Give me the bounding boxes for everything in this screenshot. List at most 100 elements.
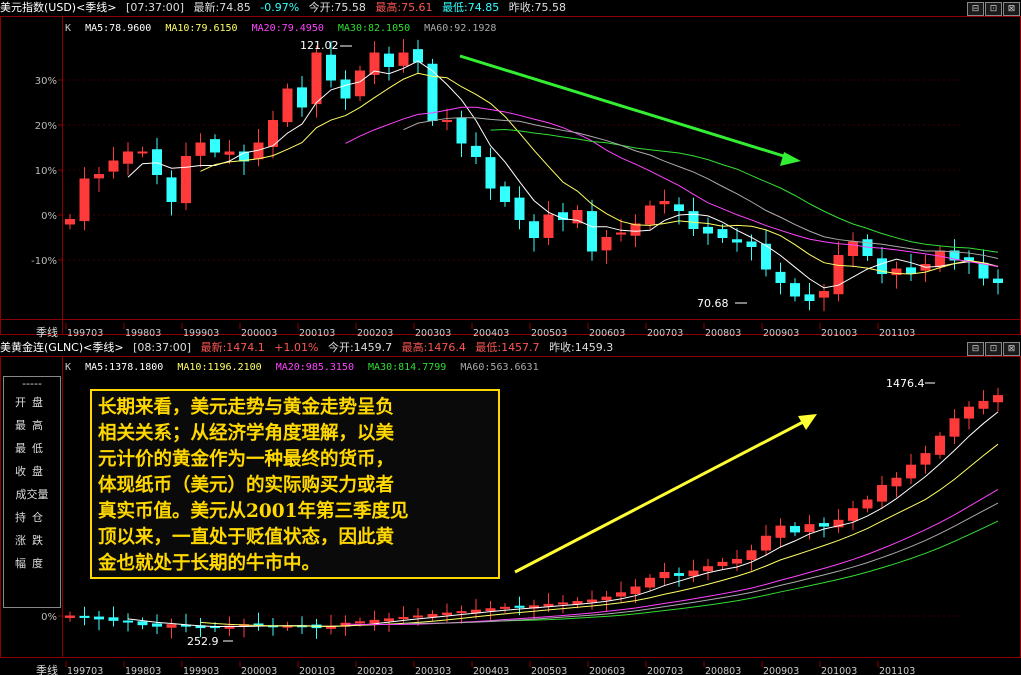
ma30-line <box>490 520 999 622</box>
candle-body <box>65 219 75 225</box>
candle-body <box>500 606 510 609</box>
candle-body <box>398 52 409 66</box>
candle-body <box>819 291 829 298</box>
candle-body <box>94 616 104 620</box>
candle-body <box>471 145 481 157</box>
x-tick-label: 200403 <box>473 328 509 339</box>
candle-body <box>877 485 887 502</box>
candle-body <box>746 241 757 247</box>
candle-body <box>355 621 365 624</box>
y-tick-label: 20% <box>35 121 57 132</box>
x-tick-label: 200703 <box>647 666 683 675</box>
candle-body <box>906 464 916 479</box>
candle-body <box>195 142 206 156</box>
candle-body <box>340 79 351 99</box>
candle-body <box>775 525 786 538</box>
candle-body <box>529 221 539 238</box>
x-tick-label: 200303 <box>415 328 451 339</box>
candle-body <box>108 160 119 172</box>
candle-body <box>862 499 873 509</box>
candle-body <box>906 267 916 274</box>
candle-body <box>485 157 496 189</box>
candle-body <box>587 599 597 603</box>
side-item-open-interest: 持仓 <box>15 511 49 524</box>
candle-body <box>732 558 742 564</box>
candle-body <box>355 70 365 97</box>
candle-body <box>94 174 104 179</box>
top-high-annotation: 121.02 <box>300 39 339 52</box>
candle-body <box>282 88 293 123</box>
candle-body <box>311 52 322 105</box>
candle-body <box>964 406 974 419</box>
side-item-volume: 成交量 <box>15 488 49 501</box>
candle-body <box>587 211 597 252</box>
candle-body <box>514 605 525 608</box>
candle-body <box>485 608 496 612</box>
candle-body <box>949 418 960 437</box>
x-axis-period-label: 季线 <box>36 663 58 675</box>
x-tick-label: 199703 <box>67 328 103 339</box>
candle-body <box>442 120 452 122</box>
candle-body <box>137 621 148 626</box>
annotation-line: 体现纸币（美元）的实际购买力或者 <box>98 475 395 496</box>
candle-body <box>833 255 844 295</box>
annotation-line: 元计价的黄金作为一种最终的货币， <box>98 449 395 470</box>
candle-body <box>427 614 438 618</box>
x-tick-label: 200703 <box>647 328 683 339</box>
x-tick-label: 199703 <box>67 666 103 675</box>
candle-body <box>297 87 307 108</box>
side-item-change-pct: 幅度 <box>15 557 49 570</box>
candle-body <box>616 232 626 235</box>
candle-body <box>413 615 423 618</box>
x-tick-label: 200403 <box>473 666 509 675</box>
candle-body <box>978 262 989 279</box>
annotation-line: 相关关系；从经济学角度理解，以美 <box>98 423 395 444</box>
x-tick-label: 200203 <box>357 328 393 339</box>
x-tick-label: 200603 <box>589 328 625 339</box>
x-tick-label: 200003 <box>241 328 277 339</box>
x-tick-label: 201003 <box>821 328 857 339</box>
candle-body <box>413 49 423 63</box>
candle-body <box>398 616 409 620</box>
candle-body <box>717 561 728 567</box>
side-panel-dash: ----- <box>22 377 42 390</box>
bottom-low-annotation: 252.9 <box>187 635 219 648</box>
annotation-line: 真实币值。美元从2001年第三季度见 <box>98 501 409 522</box>
candle-body <box>543 214 554 238</box>
top-panel-frame <box>0 16 1021 335</box>
candle-body <box>645 577 655 588</box>
candle-body <box>920 453 931 465</box>
candle-body <box>978 400 989 409</box>
side-item-change: 涨跌 <box>15 534 49 547</box>
candle-body <box>804 294 815 301</box>
candle-body <box>514 197 525 220</box>
side-info-panel: ----- 开盘 最高 最低 收盘 成交量 持仓 涨跌 幅度 <box>3 376 61 608</box>
ma20-line <box>345 106 999 268</box>
x-tick-label: 200803 <box>705 666 741 675</box>
x-tick-label: 200503 <box>531 328 567 339</box>
candle-body <box>456 611 467 614</box>
candle-body <box>601 237 612 251</box>
candle-body <box>819 523 829 527</box>
annotation-line: 长期来看，美元走势与黄金走势呈负 <box>98 397 395 418</box>
x-tick-label: 200903 <box>763 328 799 339</box>
candle-body <box>790 525 800 533</box>
candle-body <box>79 178 90 222</box>
candle-body <box>166 177 177 202</box>
y-tick-label: 0% <box>41 211 57 222</box>
candle-body <box>732 239 742 243</box>
side-item-high: 最高 <box>15 419 49 432</box>
y-tick-label: 0% <box>41 612 57 623</box>
candle-body <box>935 435 945 455</box>
candle-body <box>572 210 583 224</box>
candle-body <box>123 620 133 623</box>
candle-body <box>137 151 148 154</box>
top-low-annotation: 70.68 <box>697 297 729 310</box>
side-item-open: 开盘 <box>15 396 49 409</box>
candle-body <box>601 596 612 601</box>
x-tick-label: 200003 <box>241 666 277 675</box>
candle-body <box>659 572 670 579</box>
candle-body <box>384 618 394 622</box>
candle-body <box>152 149 162 175</box>
candle-body <box>848 508 858 521</box>
